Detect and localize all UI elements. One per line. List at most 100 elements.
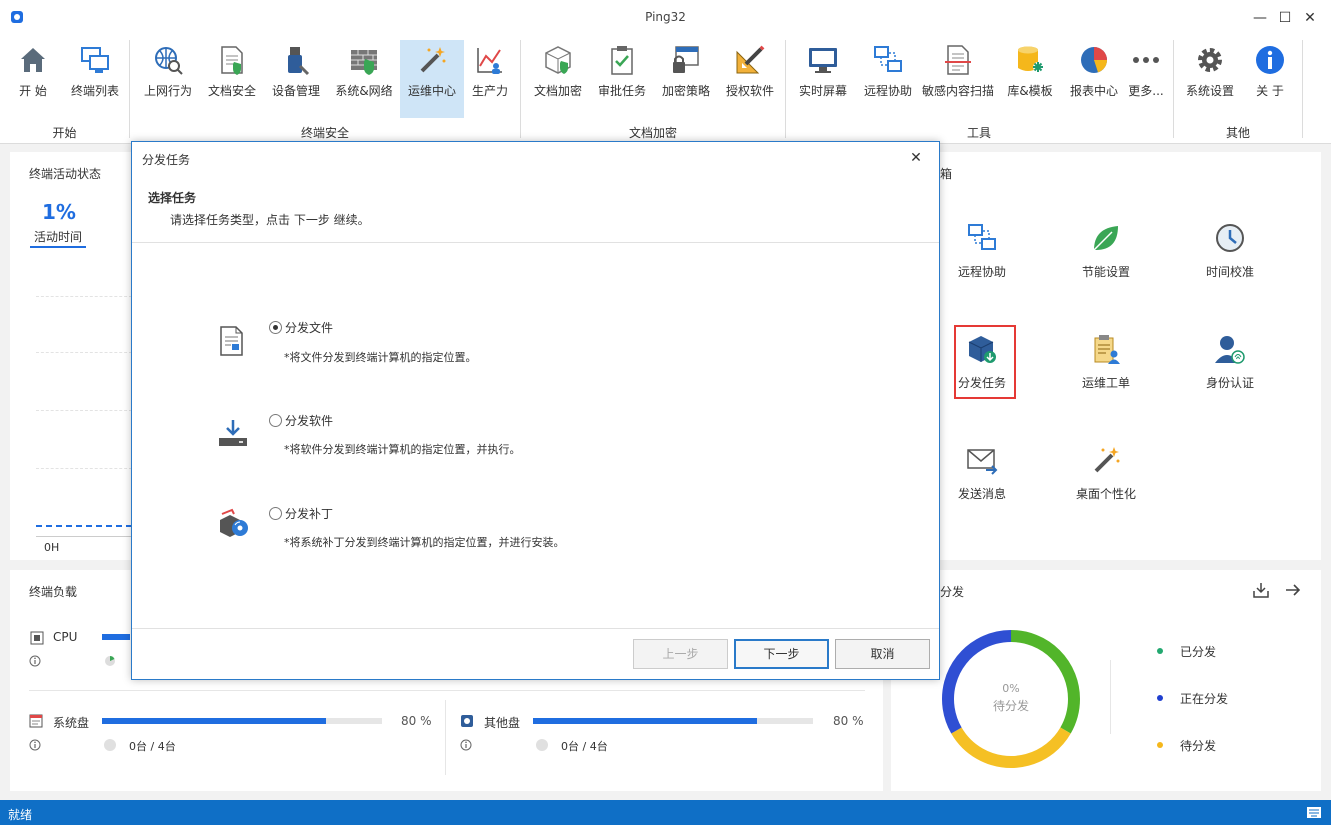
tab-underline [30,246,86,248]
dialog-heading: 选择任务 [148,191,197,205]
software-download-icon [219,420,247,446]
tool-ops-ticket[interactable]: 运维工单 [1051,333,1161,395]
radio-dispatch-software[interactable] [269,414,282,427]
ribbon-authorized-software[interactable]: 授权软件 [718,40,782,118]
tool-dispatch-task[interactable]: 分发任务 [927,333,1037,395]
other-disk-icon [461,715,473,727]
legend-divider [1110,660,1111,734]
maximize-button[interactable]: ☐ [1273,6,1297,30]
option-dispatch-patch-title[interactable]: 分发补丁 [285,505,333,522]
ribbon-more[interactable]: 更多... [1114,40,1178,118]
option-dispatch-software-title[interactable]: 分发软件 [285,412,333,429]
ribbon-library-template[interactable]: 库&模板 [998,40,1062,118]
database-icon [1018,46,1043,72]
dispatch-title: 分发 [940,585,965,599]
legend-dot-pending [1157,742,1163,748]
more-dots-icon [1133,57,1159,63]
globe-search-icon [155,47,183,75]
box-shield-icon [545,46,571,74]
status-text: 就绪 [8,808,33,822]
firewall-icon [351,50,377,75]
tool-identity-auth[interactable]: 身份认证 [1175,333,1285,395]
clipboard-check-icon [611,46,633,75]
option-dispatch-file-desc: *将文件分发到终端计算机的指定位置。 [284,351,477,364]
tool-time-sync[interactable]: 时间校准 [1175,222,1285,284]
tool-remote-assist[interactable]: 远程协助 [927,222,1037,284]
leaf-icon [1093,226,1118,251]
ribbon-group-doc-encryption: 文档加密 [628,126,677,140]
tool-desktop-personalize[interactable]: 桌面个性化 [1051,444,1161,506]
monitor-icon [809,48,837,73]
ribbon-ops-center[interactable]: 运维中心 [400,40,464,118]
magic-wand-icon [420,47,446,73]
ribbon-sensitive-scan[interactable]: 敏感内容扫描 [918,40,998,118]
ribbon-web-behavior[interactable]: 上网行为 [136,40,200,118]
ribbon-terminal-list[interactable]: 终端列表 [63,40,127,118]
info-icon [1256,46,1284,74]
radio-dispatch-patch[interactable] [269,507,282,520]
ribbon-doc-security[interactable]: 文档安全 [200,40,264,118]
dialog-title: 分发任务 [142,153,191,167]
dialog-header-divider [132,242,939,243]
ribbon-productivity[interactable]: 生产力 [458,40,522,118]
other-disk-percent: 80 % [833,714,864,728]
next-button[interactable]: 下一步 [734,639,829,669]
ribbon-device-management[interactable]: 设备管理 [264,40,328,118]
policy-lock-icon [673,46,699,73]
tab-activity-time[interactable]: 活动时间 [34,228,82,245]
ribbon-remote-assist[interactable]: 远程协助 [856,40,920,118]
grid-line [36,352,132,353]
activity-percent: 1% [42,200,76,224]
clock-icon [1216,224,1244,252]
arrow-right-icon[interactable] [1284,581,1302,599]
ribbon-doc-encryption[interactable]: 文档加密 [526,40,590,118]
tool-energy-saving[interactable]: 节能设置 [1051,222,1161,284]
info-small-icon [460,739,472,751]
close-window-button[interactable]: ✕ [1298,6,1322,30]
ribbon-start[interactable]: 开 始 [1,40,65,118]
grid-line [36,296,132,297]
patch-disc-icon [220,508,248,537]
ribbon-system-network[interactable]: 系统&网络 [332,40,396,118]
ribbon-encryption-policy[interactable]: 加密策略 [654,40,718,118]
dialog-subheading: 请选择任务类型，点击 下一步 继续。 [170,213,370,227]
cancel-button[interactable]: 取消 [835,639,930,669]
cpu-label: CPU [53,630,78,644]
dispatch-task-dialog: 分发任务 ✕ 选择任务 请选择任务类型，点击 下一步 继续。 分发文件 *将文件… [131,141,940,680]
computers-icon [81,47,109,73]
dialog-close-button[interactable]: ✕ [906,148,926,168]
download-icon[interactable] [1252,581,1270,599]
ribbon-approval-tasks[interactable]: 审批任务 [590,40,654,118]
option-dispatch-file-title[interactable]: 分发文件 [285,319,333,336]
other-disk-label: 其他盘 [484,716,521,730]
package-download-icon [968,336,996,363]
status-dot [104,739,116,751]
system-disk-percent: 80 % [401,714,432,728]
ribbon-about[interactable]: 关 于 [1238,40,1302,118]
tool-send-message[interactable]: 发送消息 [927,444,1037,506]
grid-line [36,468,132,469]
ribbon-system-settings[interactable]: 系统设置 [1178,40,1242,118]
grid-line [36,410,132,411]
load-title: 终端负载 [29,585,78,599]
cpu-icon [30,631,44,645]
cpu-pie-icon [105,656,115,666]
donut-label: 待分发 [992,699,1029,713]
ribbon-separator [1302,40,1303,138]
ribbon-group-tools: 工具 [966,126,991,140]
magic-wand-icon [1094,447,1120,473]
usb-icon [288,47,310,76]
minimize-button[interactable]: — [1248,6,1272,30]
other-disk-count: 0台 / 4台 [561,740,608,753]
load-divider [29,690,865,691]
prev-button[interactable]: 上一步 [633,639,728,669]
clipboard-user-icon [1094,335,1120,364]
radio-dispatch-file[interactable] [269,321,282,334]
legend-pending: 待分发 [1180,739,1217,753]
ribbon-group-other: 其他 [1225,126,1250,140]
keyboard-icon [1307,807,1321,818]
ribbon-live-screen[interactable]: 实时屏幕 [791,40,855,118]
system-disk-label: 系统盘 [53,716,90,730]
activity-line [36,525,132,527]
user-fingerprint-icon [1215,336,1245,364]
